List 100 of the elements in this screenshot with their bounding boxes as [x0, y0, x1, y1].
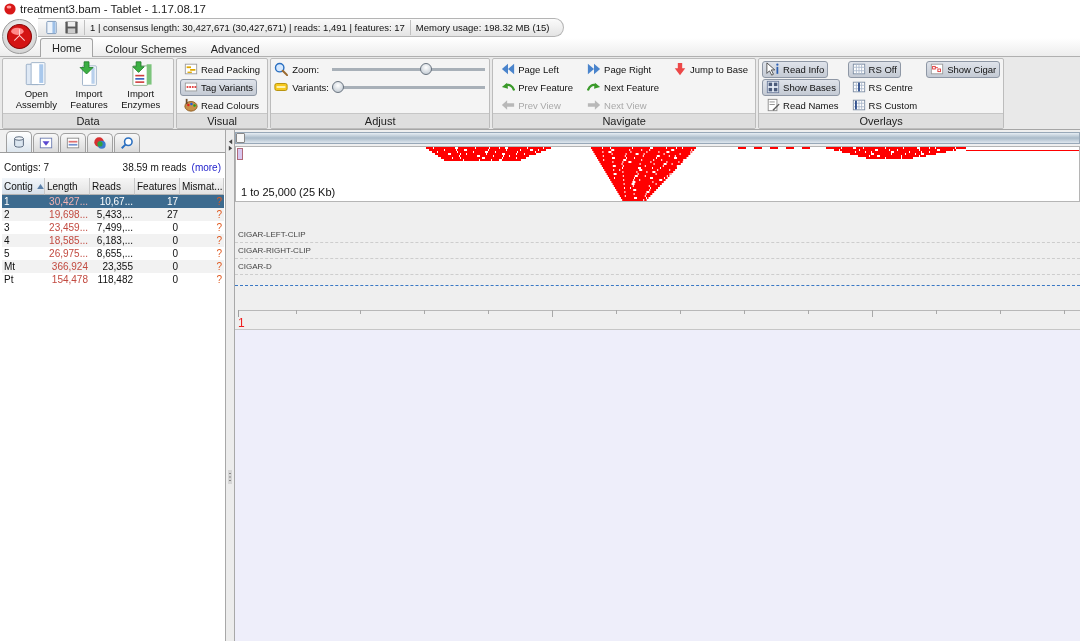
column-header[interactable]: Contig [2, 178, 45, 195]
table-cell-text: 18,585... [48, 234, 89, 247]
magnifier-icon [274, 62, 289, 76]
table-cell-text: ? [215, 260, 223, 273]
search-icon [120, 136, 134, 150]
track-label: CIGAR-LEFT-CLIP [238, 230, 306, 239]
table-cell-text: 0 [171, 273, 179, 286]
toggle-button[interactable]: RS Custom [847, 96, 922, 114]
table-cell-text: 5,433,... [95, 208, 134, 221]
double-left-arrow-icon [501, 62, 516, 76]
slider-label: Zoom: [292, 63, 321, 75]
panel-tab[interactable] [6, 131, 32, 152]
track-label: CIGAR-RIGHT-CLIP [238, 246, 311, 255]
panel-tab[interactable] [87, 133, 113, 152]
panel-tab[interactable] [33, 133, 59, 152]
ribbon-button[interactable]: Import Features [68, 60, 110, 111]
column-header[interactable]: Length [45, 178, 90, 195]
command-button[interactable]: Page Left [497, 60, 563, 78]
table-cell-text: 17 [165, 195, 179, 208]
curved-right-arrow-icon [587, 80, 602, 94]
table-cell-text: 2 [3, 208, 11, 221]
slider-thumb[interactable] [419, 63, 432, 75]
table-cell-text: 0 [171, 221, 179, 234]
table-row[interactable]: Mt 366,924 23,355 0 ? [2, 260, 224, 273]
app-icon [4, 3, 16, 15]
toggle-button[interactable]: Show Cigar [926, 60, 1001, 78]
table-row[interactable]: 4 18,585... 6,183,... 0 ? [2, 234, 224, 247]
toggle-button[interactable]: Read Packing [180, 60, 265, 78]
tag-icon [274, 80, 289, 94]
database-icon [12, 135, 26, 149]
memory-usage-text: Memory usage: 198.32 MB (15) [415, 22, 550, 33]
toggle-button[interactable]: Read Names [762, 96, 843, 114]
table-cell-text: 8,655,... [95, 247, 134, 260]
table-row[interactable]: 5 26,975... 8,655,... 0 ? [2, 247, 224, 260]
cursor-info-icon [766, 62, 781, 76]
save-icon[interactable] [64, 20, 79, 35]
column-header[interactable]: Features [135, 178, 180, 195]
scrollbar[interactable] [235, 132, 1080, 144]
table-cell-text: 0 [171, 234, 179, 247]
table-cell-text: 4 [3, 234, 11, 247]
group-label: Overlays [759, 113, 1004, 128]
table-cell-text: Pt [3, 273, 15, 286]
toggle-button[interactable]: Read Colours [180, 96, 264, 114]
command-button[interactable]: Prev Feature [497, 78, 578, 96]
table-cell-text: 26,975... [48, 247, 89, 260]
table-row[interactable]: Pt 154,478 118,482 0 ? [2, 273, 224, 286]
table-cell-text: 19,698... [48, 208, 89, 221]
toggle-button[interactable]: RS Off [847, 60, 901, 78]
command-button[interactable]: Next Feature [583, 78, 663, 96]
command-button[interactable]: Jump to Base [669, 60, 753, 78]
document-icon[interactable] [44, 20, 59, 35]
table-cell-text: 7,499,... [95, 221, 134, 234]
double-right-arrow-icon [587, 62, 602, 76]
toggle-button[interactable]: RS Centre [847, 78, 917, 96]
table-cell-text: ? [215, 221, 223, 234]
status-text: 1 | consensus length: 30,427,671 (30,427,671) | reads: 1,491 | features: 17 [90, 22, 405, 33]
table-cell-text: 10,67... [98, 195, 134, 208]
contig-count: Contigs: 7 [4, 161, 50, 173]
toggle-button[interactable]: Show Bases [762, 78, 840, 96]
ribbon-button[interactable]: Import Enzymes [119, 60, 163, 111]
column-header[interactable]: Reads [90, 178, 135, 195]
table-row[interactable]: 3 23,459... 7,499,... 0 ? [2, 221, 224, 234]
window-title: treatment3.bam - Tablet - 1.17.08.17 [20, 3, 206, 15]
table-cell-text: ? [215, 273, 223, 286]
collapse-arrows-icon[interactable] [227, 138, 233, 152]
table-cell-text: 3 [3, 221, 11, 234]
curved-left-arrow-icon [501, 80, 516, 94]
ribbon-button[interactable]: Open Assembly [13, 60, 59, 111]
group-label: Adjust [271, 113, 490, 128]
ribbon-tab[interactable]: Colour Schemes [93, 39, 199, 57]
table-cell-text: ? [215, 234, 223, 247]
ribbon-tab[interactable]: Advanced [198, 39, 272, 57]
sphere-icon [7, 24, 32, 49]
palette-icon [184, 98, 198, 112]
table-cell-text: 1 [3, 195, 11, 208]
view-marker[interactable] [237, 148, 243, 160]
sort-arrow-icon [36, 183, 44, 189]
table-cell-text: Mt [3, 260, 17, 273]
table-cell-text: ? [215, 247, 223, 260]
panel-tab[interactable] [60, 133, 86, 152]
table-row[interactable]: 1 30,427... 10,67... 17 ? [2, 195, 224, 208]
slider-thumb[interactable] [332, 81, 345, 93]
group-label: Navigate [493, 113, 756, 128]
table-cell-text: 154,478 [50, 273, 89, 286]
more-link[interactable]: (more) [191, 161, 221, 173]
toggle-button[interactable]: Read Info [762, 60, 829, 78]
grid-centre-line-icon [851, 80, 866, 94]
ribbon-tab[interactable]: Home [40, 38, 94, 57]
slider-label: Variants: [292, 81, 330, 93]
toggle-button[interactable]: Tag Variants [180, 78, 258, 96]
table-row[interactable]: 2 19,698... 5,433,... 27 ? [2, 208, 224, 221]
table-cell-text: 23,459... [48, 221, 89, 234]
column-header[interactable]: Mismat... [180, 178, 224, 195]
read-count: 38.59 m reads [122, 161, 187, 173]
right-arrow-icon [587, 98, 602, 112]
command-button[interactable]: Page Right [583, 60, 656, 78]
grid-icon [851, 62, 866, 76]
down-arrow-icon [673, 62, 687, 76]
scrollbar-thumb[interactable] [236, 133, 245, 143]
panel-tab[interactable] [114, 133, 140, 152]
